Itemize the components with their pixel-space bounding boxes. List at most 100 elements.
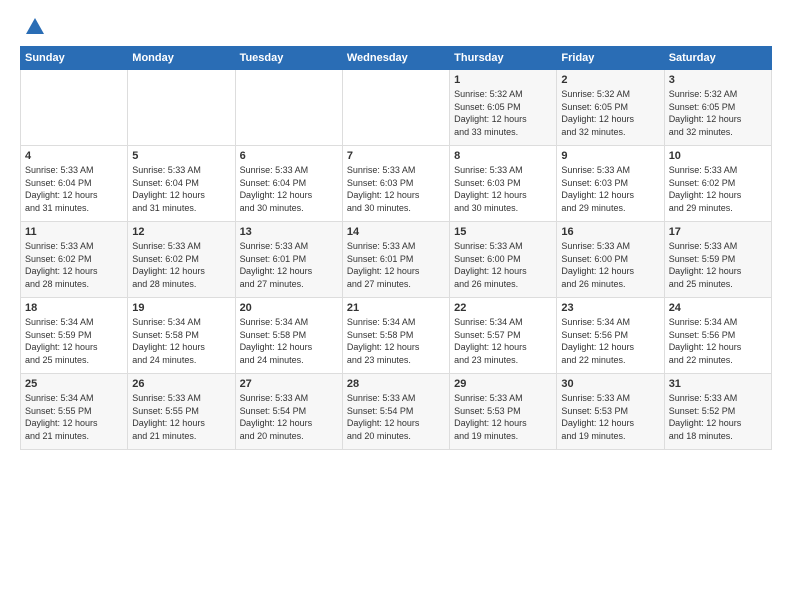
day-number: 11 — [25, 226, 123, 238]
day-number: 9 — [561, 150, 659, 162]
day-number: 12 — [132, 226, 230, 238]
day-cell: 22Sunrise: 5:34 AM Sunset: 5:57 PM Dayli… — [450, 298, 557, 374]
day-number: 22 — [454, 302, 552, 314]
header — [20, 16, 772, 38]
day-number: 5 — [132, 150, 230, 162]
day-number: 8 — [454, 150, 552, 162]
day-cell: 4 Sunrise: 5:33 AM Sunset: 6:04 PM Daylig… — [21, 146, 128, 222]
day-cell: 5 Sunrise: 5:33 AM Sunset: 6:04 PM Daylig… — [128, 146, 235, 222]
day-cell: 13 Sunrise: 5:33 AM Sunset: 6:01 PM Dayli… — [235, 222, 342, 298]
day-number: 18 — [25, 302, 123, 314]
calendar-header: Sunday Monday Tuesday Wednesday Thursday… — [21, 47, 772, 70]
day-info: Sunrise: 5:34 AM Sunset: 5:56 PM Dayligh… — [561, 316, 659, 366]
day-cell: 18 Sunrise: 5:34 AM Sunset: 5:59 PM Dayli… — [21, 298, 128, 374]
day-number: 15 — [454, 226, 552, 238]
day-info: Sunrise: 5:33 AM Sunset: 5:55 PM Dayligh… — [132, 392, 230, 442]
day-info: Sunrise: 5:34 AM Sunset: 5:58 PM Dayligh… — [240, 316, 338, 366]
day-cell: 7Sunrise: 5:33 AM Sunset: 6:03 PM Daylig… — [342, 146, 449, 222]
day-info: Sunrise: 5:34 AM Sunset: 5:56 PM Dayligh… — [669, 316, 767, 366]
day-cell: 2Sunrise: 5:32 AM Sunset: 6:05 PM Daylig… — [557, 70, 664, 146]
logo — [20, 16, 46, 38]
day-cell — [128, 70, 235, 146]
day-cell: 24 Sunrise: 5:34 AM Sunset: 5:56 PM Dayli… — [664, 298, 771, 374]
col-thursday: Thursday — [450, 47, 557, 70]
day-number: 30 — [561, 378, 659, 390]
day-cell: 19 Sunrise: 5:34 AM Sunset: 5:58 PM Dayli… — [128, 298, 235, 374]
day-number: 3 — [669, 74, 767, 86]
page: Sunday Monday Tuesday Wednesday Thursday… — [0, 0, 792, 612]
calendar-table: Sunday Monday Tuesday Wednesday Thursday… — [20, 46, 772, 450]
day-info: Sunrise: 5:33 AM Sunset: 6:04 PM Dayligh… — [132, 164, 230, 214]
col-monday: Monday — [128, 47, 235, 70]
calendar-body: 1 Sunrise: 5:32 AM Sunset: 6:05 PM Daylig… — [21, 70, 772, 450]
day-number: 31 — [669, 378, 767, 390]
day-info: Sunrise: 5:33 AM Sunset: 6:03 PM Dayligh… — [561, 164, 659, 214]
logo-icon — [24, 16, 46, 38]
day-info: Sunrise: 5:33 AM Sunset: 6:01 PM Dayligh… — [240, 240, 338, 290]
col-friday: Friday — [557, 47, 664, 70]
day-cell: 6 Sunrise: 5:33 AM Sunset: 6:04 PM Daylig… — [235, 146, 342, 222]
day-number: 27 — [240, 378, 338, 390]
week-row-1: 1 Sunrise: 5:32 AM Sunset: 6:05 PM Daylig… — [21, 70, 772, 146]
header-row: Sunday Monday Tuesday Wednesday Thursday… — [21, 47, 772, 70]
day-number: 20 — [240, 302, 338, 314]
day-info: Sunrise: 5:33 AM Sunset: 6:03 PM Dayligh… — [347, 164, 445, 214]
day-number: 21 — [347, 302, 445, 314]
day-info: Sunrise: 5:33 AM Sunset: 5:53 PM Dayligh… — [454, 392, 552, 442]
day-info: Sunrise: 5:34 AM Sunset: 5:58 PM Dayligh… — [347, 316, 445, 366]
col-wednesday: Wednesday — [342, 47, 449, 70]
col-sunday: Sunday — [21, 47, 128, 70]
day-cell: 25Sunrise: 5:34 AM Sunset: 5:55 PM Dayli… — [21, 374, 128, 450]
day-cell — [342, 70, 449, 146]
day-info: Sunrise: 5:33 AM Sunset: 5:52 PM Dayligh… — [669, 392, 767, 442]
day-info: Sunrise: 5:33 AM Sunset: 6:02 PM Dayligh… — [669, 164, 767, 214]
day-cell: 28 Sunrise: 5:33 AM Sunset: 5:54 PM Dayli… — [342, 374, 449, 450]
col-tuesday: Tuesday — [235, 47, 342, 70]
week-row-2: 4 Sunrise: 5:33 AM Sunset: 6:04 PM Daylig… — [21, 146, 772, 222]
day-info: Sunrise: 5:32 AM Sunset: 6:05 PM Dayligh… — [669, 88, 767, 138]
day-cell: 21 Sunrise: 5:34 AM Sunset: 5:58 PM Dayli… — [342, 298, 449, 374]
week-row-5: 25Sunrise: 5:34 AM Sunset: 5:55 PM Dayli… — [21, 374, 772, 450]
day-number: 24 — [669, 302, 767, 314]
day-number: 13 — [240, 226, 338, 238]
week-row-3: 11 Sunrise: 5:33 AM Sunset: 6:02 PM Dayli… — [21, 222, 772, 298]
day-cell: 12Sunrise: 5:33 AM Sunset: 6:02 PM Dayli… — [128, 222, 235, 298]
day-info: Sunrise: 5:33 AM Sunset: 6:02 PM Dayligh… — [25, 240, 123, 290]
day-info: Sunrise: 5:33 AM Sunset: 6:00 PM Dayligh… — [561, 240, 659, 290]
day-number: 6 — [240, 150, 338, 162]
day-number: 4 — [25, 150, 123, 162]
day-cell: 10 Sunrise: 5:33 AM Sunset: 6:02 PM Dayli… — [664, 146, 771, 222]
day-number: 29 — [454, 378, 552, 390]
day-cell: 1 Sunrise: 5:32 AM Sunset: 6:05 PM Daylig… — [450, 70, 557, 146]
day-info: Sunrise: 5:33 AM Sunset: 6:04 PM Dayligh… — [25, 164, 123, 214]
day-number: 23 — [561, 302, 659, 314]
day-number: 28 — [347, 378, 445, 390]
day-cell: 23 Sunrise: 5:34 AM Sunset: 5:56 PM Dayli… — [557, 298, 664, 374]
day-info: Sunrise: 5:32 AM Sunset: 6:05 PM Dayligh… — [454, 88, 552, 138]
day-number: 10 — [669, 150, 767, 162]
day-cell: 30 Sunrise: 5:33 AM Sunset: 5:53 PM Dayli… — [557, 374, 664, 450]
day-info: Sunrise: 5:33 AM Sunset: 5:59 PM Dayligh… — [669, 240, 767, 290]
day-number: 1 — [454, 74, 552, 86]
day-cell: 8 Sunrise: 5:33 AM Sunset: 6:03 PM Daylig… — [450, 146, 557, 222]
day-info: Sunrise: 5:33 AM Sunset: 5:53 PM Dayligh… — [561, 392, 659, 442]
week-row-4: 18 Sunrise: 5:34 AM Sunset: 5:59 PM Dayli… — [21, 298, 772, 374]
day-info: Sunrise: 5:33 AM Sunset: 6:03 PM Dayligh… — [454, 164, 552, 214]
day-info: Sunrise: 5:33 AM Sunset: 5:54 PM Dayligh… — [347, 392, 445, 442]
day-cell: 31 Sunrise: 5:33 AM Sunset: 5:52 PM Dayli… — [664, 374, 771, 450]
day-number: 14 — [347, 226, 445, 238]
day-cell: 29 Sunrise: 5:33 AM Sunset: 5:53 PM Dayli… — [450, 374, 557, 450]
day-cell: 3 Sunrise: 5:32 AM Sunset: 6:05 PM Daylig… — [664, 70, 771, 146]
day-info: Sunrise: 5:33 AM Sunset: 5:54 PM Dayligh… — [240, 392, 338, 442]
day-number: 16 — [561, 226, 659, 238]
day-info: Sunrise: 5:32 AM Sunset: 6:05 PM Dayligh… — [561, 88, 659, 138]
day-info: Sunrise: 5:34 AM Sunset: 5:58 PM Dayligh… — [132, 316, 230, 366]
day-cell: 11 Sunrise: 5:33 AM Sunset: 6:02 PM Dayli… — [21, 222, 128, 298]
day-info: Sunrise: 5:34 AM Sunset: 5:59 PM Dayligh… — [25, 316, 123, 366]
day-cell: 26Sunrise: 5:33 AM Sunset: 5:55 PM Dayli… — [128, 374, 235, 450]
day-info: Sunrise: 5:33 AM Sunset: 6:04 PM Dayligh… — [240, 164, 338, 214]
day-cell: 27 Sunrise: 5:33 AM Sunset: 5:54 PM Dayli… — [235, 374, 342, 450]
day-cell: 16 Sunrise: 5:33 AM Sunset: 6:00 PM Dayli… — [557, 222, 664, 298]
day-number: 19 — [132, 302, 230, 314]
day-cell — [21, 70, 128, 146]
